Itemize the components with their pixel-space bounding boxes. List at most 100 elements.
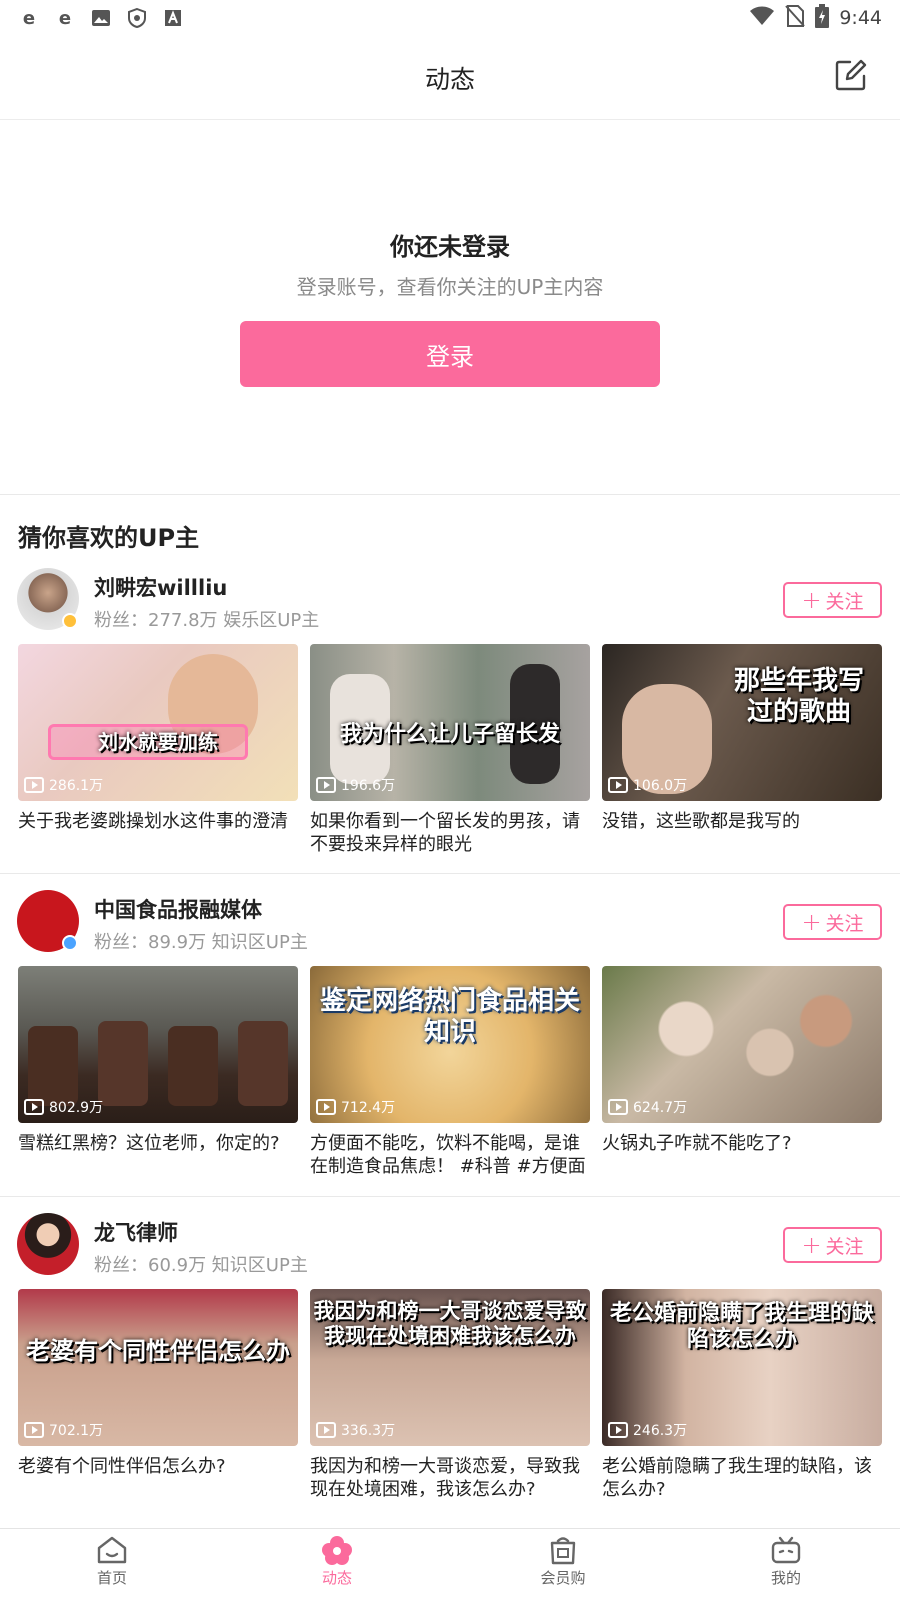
top-header: 动态 xyxy=(0,36,900,120)
play-icon xyxy=(316,777,336,793)
tab-mine[interactable]: 我的 xyxy=(741,1535,831,1588)
edit-post-button[interactable] xyxy=(834,58,868,92)
play-count: 246.3万 xyxy=(608,1420,687,1440)
status-time: 9:44 xyxy=(839,7,882,29)
video-thumbnail[interactable]: 624.7万 xyxy=(602,966,882,1123)
play-count: 336.3万 xyxy=(316,1420,395,1440)
play-count: 196.6万 xyxy=(316,775,395,795)
video-title: 雪糕红黑榜？这位老师，你定的? xyxy=(18,1133,280,1154)
follow-label: 关注 xyxy=(825,1235,864,1258)
video-title: 老婆有个同性伴侣怎么办? xyxy=(18,1456,226,1477)
verified-badge-icon xyxy=(62,613,78,629)
verified-badge-icon xyxy=(62,935,78,951)
video-thumbnail[interactable]: 老公婚前隐瞒了我生理的缺陷该怎么办 246.3万 xyxy=(602,1289,882,1446)
video-card[interactable]: 我为什么让儿子留长发 196.6万 如果你看到一个留长发的男孩，请不要投来异样的… xyxy=(310,644,590,856)
shield-icon xyxy=(126,7,148,29)
tv-icon xyxy=(771,1536,801,1564)
tab-label: 会员购 xyxy=(540,1569,586,1587)
home-icon xyxy=(97,1536,127,1564)
play-icon xyxy=(316,1099,336,1115)
video-thumbnail[interactable]: 老婆有个同性伴侣怎么办 702.1万 xyxy=(18,1289,298,1446)
tab-label: 首页 xyxy=(96,1569,127,1587)
thumbnail-overlay-text: 鉴定网络热门食品相关知识 xyxy=(319,986,580,1048)
play-icon xyxy=(24,777,44,793)
video-title: 关于我老婆跳操划水这件事的澄清 xyxy=(18,811,288,832)
thumbnail-overlay-text: 那些年我写过的歌曲 xyxy=(733,666,864,728)
play-count: 712.4万 xyxy=(316,1097,395,1117)
wifi-icon xyxy=(749,6,775,30)
follow-label: 关注 xyxy=(825,590,864,613)
follow-button[interactable]: + 关注 xyxy=(783,582,882,618)
up-meta: 粉丝：60.9万 知识区UP主 xyxy=(94,1255,308,1276)
ie-icon: e xyxy=(22,7,36,29)
follow-label: 关注 xyxy=(825,912,864,935)
shop-bag-icon xyxy=(550,1537,576,1565)
video-card[interactable]: 802.9万 雪糕红黑榜？这位老师，你定的? xyxy=(18,966,298,1156)
play-icon xyxy=(608,1099,628,1115)
play-icon xyxy=(24,1422,44,1438)
login-button[interactable]: 登录 xyxy=(240,321,660,387)
up-meta: 粉丝：277.8万 娱乐区UP主 xyxy=(94,610,320,631)
video-card[interactable]: 老公婚前隐瞒了我生理的缺陷该怎么办 246.3万 老公婚前隐瞒了我生理的缺陷，该… xyxy=(602,1289,882,1501)
play-count: 702.1万 xyxy=(24,1420,103,1440)
a-icon xyxy=(162,7,184,29)
ie-icon: e xyxy=(58,7,72,29)
avatar[interactable] xyxy=(17,1213,79,1275)
play-count: 286.1万 xyxy=(24,775,103,795)
page-title: 动态 xyxy=(424,64,475,94)
dynamic-icon xyxy=(322,1536,352,1565)
tab-label: 我的 xyxy=(770,1569,801,1587)
thumbnail-overlay-text: 我因为和榜一大哥谈恋爱导致我现在处境困难我该怎么办 xyxy=(313,1299,587,1349)
bottom-tab-bar: 首页 动态 会员购 我的 xyxy=(0,1528,900,1600)
video-title: 老公婚前隐瞒了我生理的缺陷，该怎么办? xyxy=(602,1456,872,1500)
thumbnail-overlay-text: 我为什么让儿子留长发 xyxy=(339,722,560,747)
video-card[interactable]: 刘水就要加练 286.1万 关于我老婆跳操划水这件事的澄清 xyxy=(18,644,298,834)
video-title: 如果你看到一个留长发的男孩，请不要投来异样的眼光 xyxy=(310,811,580,855)
follow-button[interactable]: + 关注 xyxy=(783,1227,882,1263)
tab-home[interactable]: 首页 xyxy=(67,1535,157,1588)
recommend-title: 猜你喜欢的UP主 xyxy=(18,524,200,552)
video-thumbnail[interactable]: 我因为和榜一大哥谈恋爱导致我现在处境困难我该怎么办 336.3万 xyxy=(310,1289,590,1446)
up-card: 中国食品报融媒体 粉丝：89.9万 知识区UP主 + 关注 802.9万 雪糕红… xyxy=(0,890,900,1212)
video-card[interactable]: 624.7万 火锅丸子咋就不能吃了? xyxy=(602,966,882,1156)
tab-member-shop[interactable]: 会员购 xyxy=(518,1535,608,1588)
video-title: 没错，这些歌都是我写的 xyxy=(602,811,800,832)
video-title: 方便面不能吃，饮料不能喝，是谁在制造食品焦虑！ #科普 #方便面 xyxy=(310,1133,586,1177)
play-count: 106.0万 xyxy=(608,775,687,795)
video-title: 我因为和榜一大哥谈恋爱，导致我现在处境困难，我该怎么办? xyxy=(310,1456,580,1500)
login-prompt: 你还未登录 登录账号，查看你关注的UP主内容 登录 xyxy=(0,121,900,495)
edit-icon xyxy=(835,59,867,91)
video-card[interactable]: 老婆有个同性伴侣怎么办 702.1万 老婆有个同性伴侣怎么办? xyxy=(18,1289,298,1479)
video-thumbnail[interactable]: 刘水就要加练 286.1万 xyxy=(18,644,298,801)
play-count: 624.7万 xyxy=(608,1097,687,1117)
follow-button[interactable]: + 关注 xyxy=(783,904,882,940)
up-card: 龙飞律师 粉丝：60.9万 知识区UP主 + 关注 老婆有个同性伴侣怎么办 70… xyxy=(0,1213,900,1535)
login-title: 你还未登录 xyxy=(390,233,510,261)
up-card: 刘畊宏willliu 粉丝：277.8万 娱乐区UP主 + 关注 刘水就要加练 … xyxy=(0,568,900,890)
up-name[interactable]: 刘畊宏willliu xyxy=(94,572,227,602)
video-thumbnail[interactable]: 802.9万 xyxy=(18,966,298,1123)
play-count: 802.9万 xyxy=(24,1097,103,1117)
tab-dynamic[interactable]: 动态 xyxy=(292,1535,382,1588)
play-icon xyxy=(24,1099,44,1115)
video-title: 火锅丸子咋就不能吃了? xyxy=(602,1133,792,1154)
no-sim-icon xyxy=(785,5,806,31)
status-bar: e e 9:44 xyxy=(0,0,900,36)
up-name[interactable]: 中国食品报融媒体 xyxy=(94,894,262,924)
video-card[interactable]: 那些年我写过的歌曲 106.0万 没错，这些歌都是我写的 xyxy=(602,644,882,834)
video-thumbnail[interactable]: 鉴定网络热门食品相关知识 712.4万 xyxy=(310,966,590,1123)
image-icon xyxy=(90,7,112,29)
tab-label: 动态 xyxy=(321,1569,352,1587)
up-meta: 粉丝：89.9万 知识区UP主 xyxy=(94,932,308,953)
thumbnail-overlay-text: 刘水就要加练 xyxy=(98,730,218,754)
video-thumbnail[interactable]: 我为什么让儿子留长发 196.6万 xyxy=(310,644,590,801)
play-icon xyxy=(608,777,628,793)
thumbnail-overlay-text: 老婆有个同性伴侣怎么办 xyxy=(26,1337,290,1365)
video-thumbnail[interactable]: 那些年我写过的歌曲 106.0万 xyxy=(602,644,882,801)
play-icon xyxy=(608,1422,628,1438)
play-icon xyxy=(316,1422,336,1438)
video-card[interactable]: 我因为和榜一大哥谈恋爱导致我现在处境困难我该怎么办 336.3万 我因为和榜一大… xyxy=(310,1289,590,1501)
video-card[interactable]: 鉴定网络热门食品相关知识 712.4万 方便面不能吃，饮料不能喝，是谁在制造食品… xyxy=(310,966,590,1178)
up-name[interactable]: 龙飞律师 xyxy=(94,1217,178,1247)
plus-icon: + xyxy=(801,586,822,614)
